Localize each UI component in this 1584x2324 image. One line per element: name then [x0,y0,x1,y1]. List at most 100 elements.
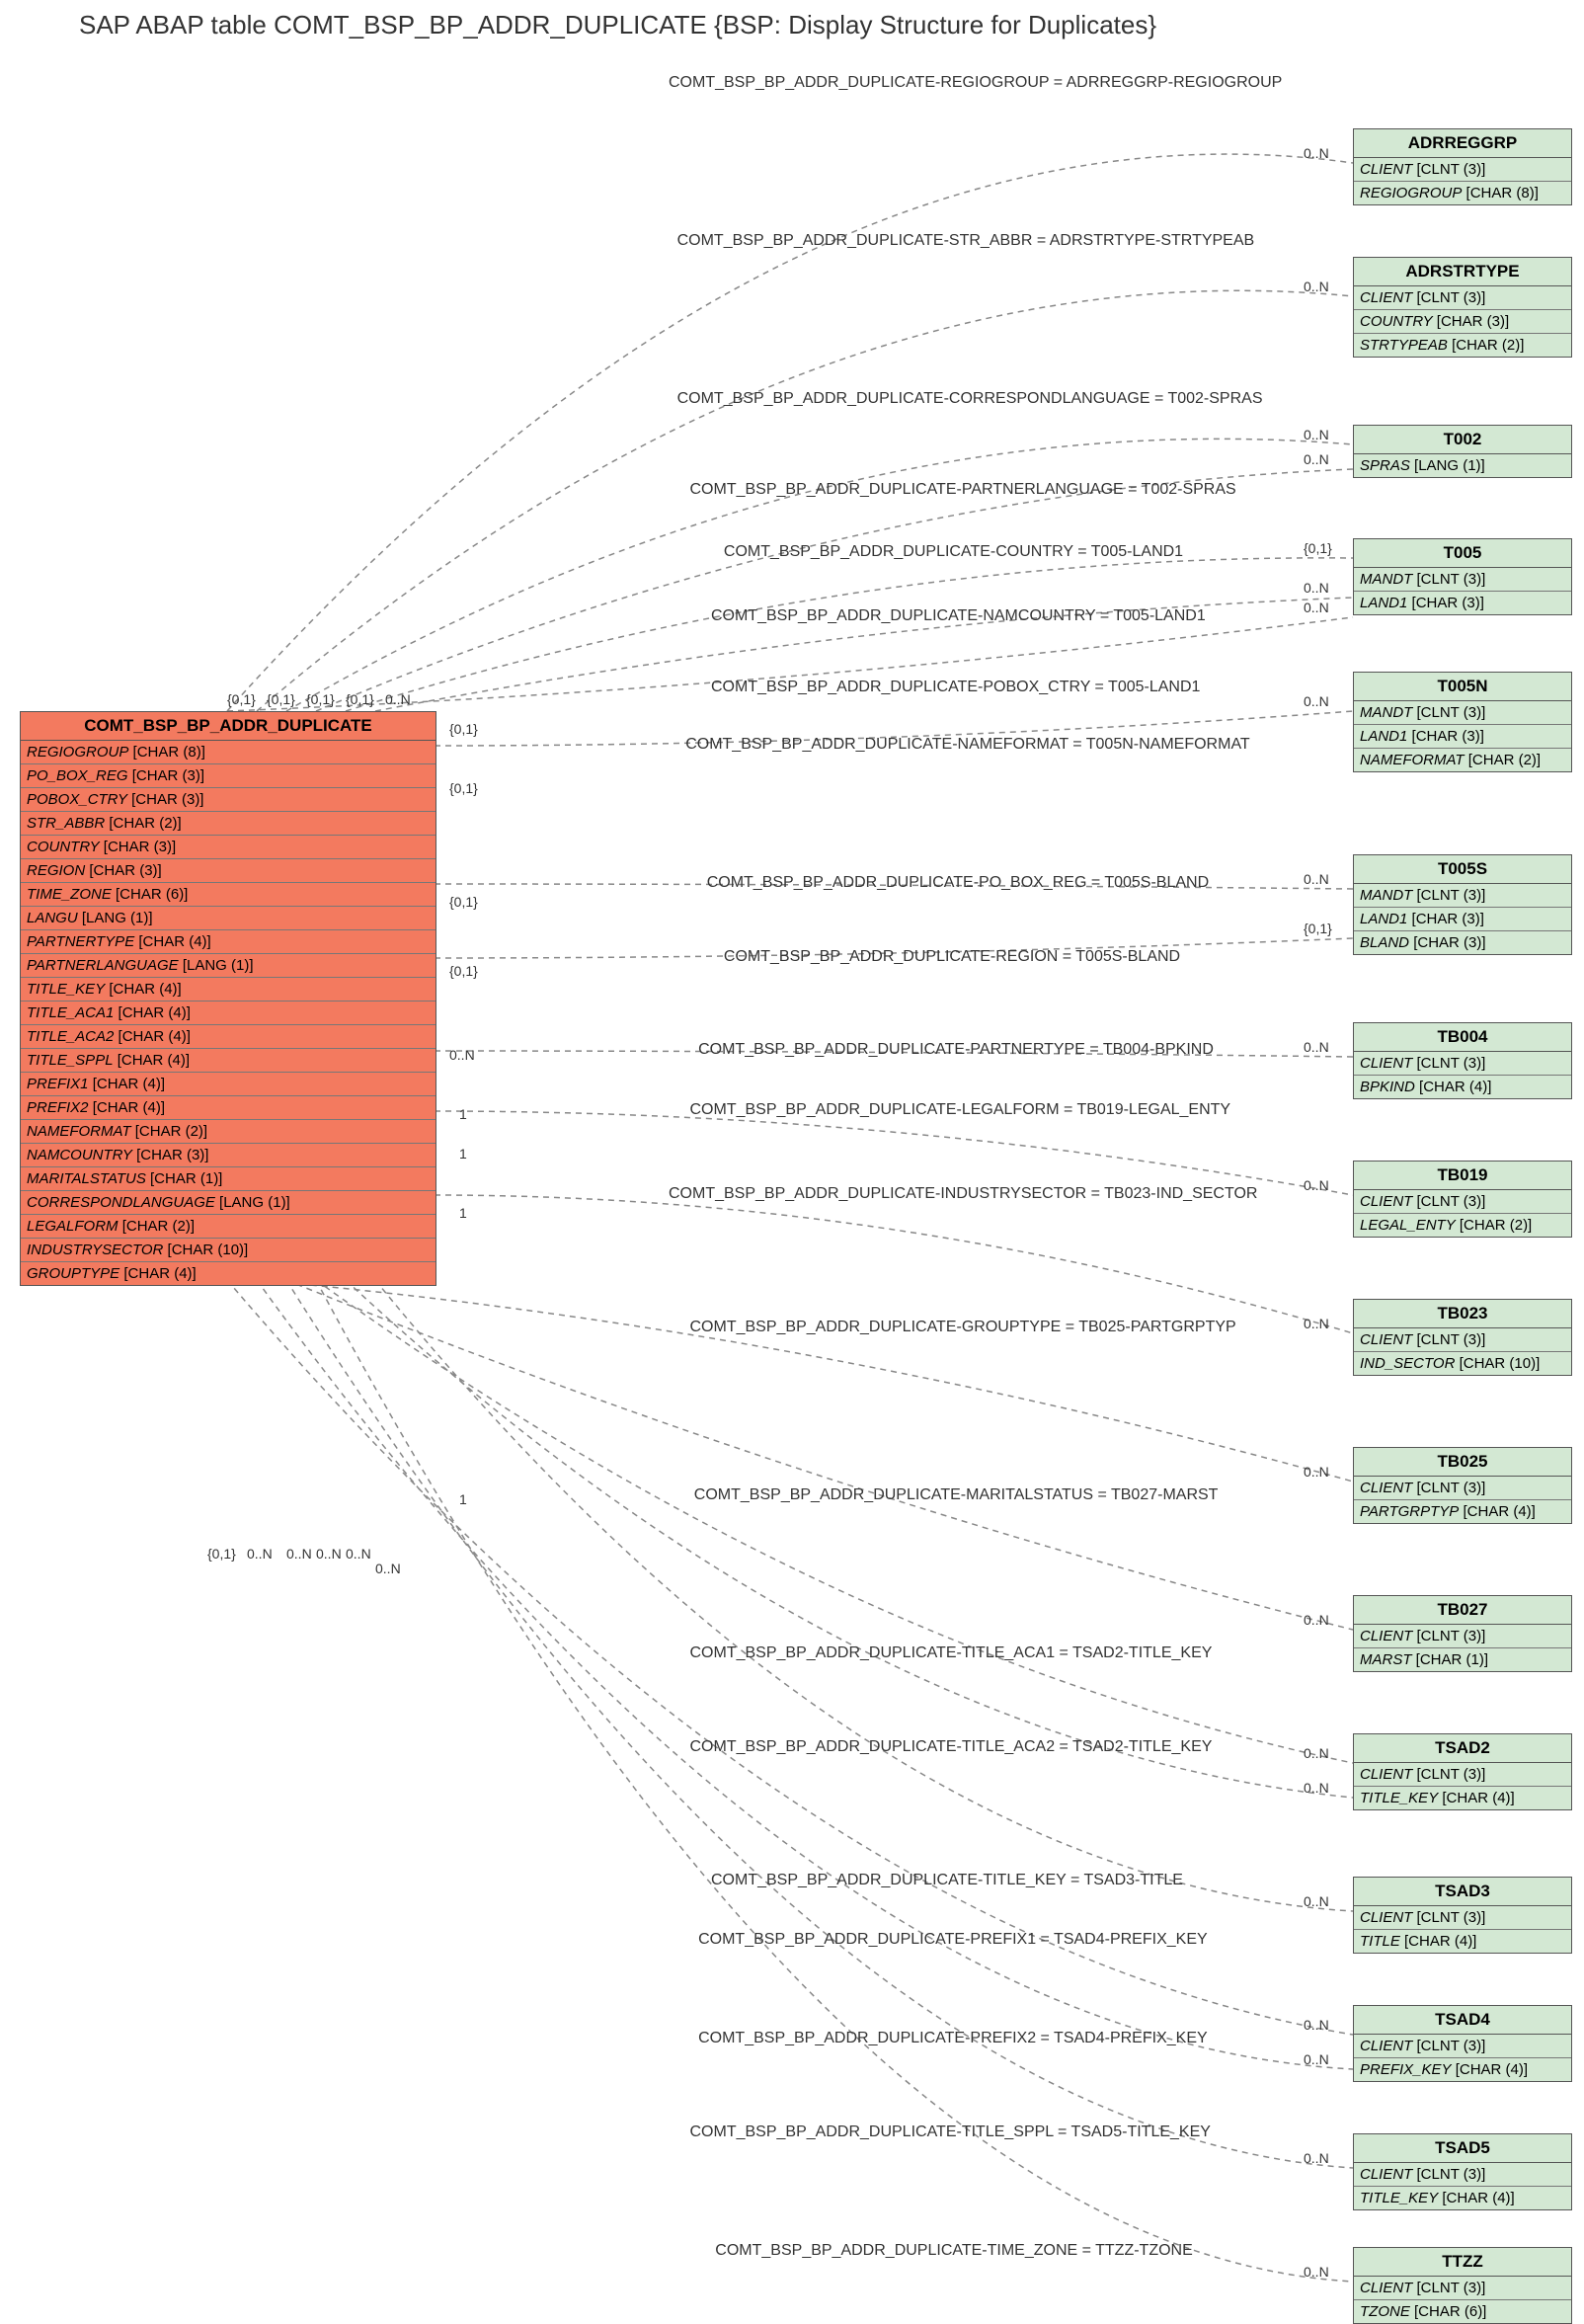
table-row: PREFIX_KEY [CHAR (4)] [1354,2058,1571,2081]
table-row: NAMEFORMAT [CHAR (2)] [1354,749,1571,771]
edge-label: COMT_BSP_BP_ADDR_DUPLICATE-PO_BOX_REG = … [707,874,1209,892]
cardinality-left: {0,1} [449,894,478,910]
target-table-TSAD3: TSAD3CLIENT [CLNT (3)]TITLE [CHAR (4)] [1353,1877,1572,1954]
edge-label: COMT_BSP_BP_ADDR_DUPLICATE-REGION = T005… [724,948,1180,966]
table-row: NAMCOUNTRY [CHAR (3)] [21,1144,436,1167]
table-row: TITLE_KEY [CHAR (4)] [1354,2187,1571,2209]
table-row: PREFIX2 [CHAR (4)] [21,1096,436,1120]
table-header: TSAD5 [1354,2134,1571,2163]
cardinality-right: 0..N [1304,1464,1329,1480]
table-header: ADRREGGRP [1354,129,1571,158]
edge-label: COMT_BSP_BP_ADDR_DUPLICATE-TIME_ZONE = T… [715,2242,1192,2260]
table-row: CLIENT [CLNT (3)] [1354,1190,1571,1214]
cardinality-left: {0,1} [346,691,374,707]
cardinality-left: {0,1} [267,691,295,707]
table-row: CLIENT [CLNT (3)] [1354,1477,1571,1500]
cardinality-left: 1 [459,1106,467,1122]
edge-label: COMT_BSP_BP_ADDR_DUPLICATE-COUNTRY = T00… [724,543,1183,561]
table-row: CLIENT [CLNT (3)] [1354,2035,1571,2058]
cardinality-left: {0,1} [306,691,335,707]
table-row: INDUSTRYSECTOR [CHAR (10)] [21,1239,436,1262]
table-row: COUNTRY [CHAR (3)] [1354,310,1571,334]
table-row: LEGAL_ENTY [CHAR (2)] [1354,1214,1571,1237]
table-row: TITLE [CHAR (4)] [1354,1930,1571,1953]
table-header: T005 [1354,539,1571,568]
cardinality-right: 0..N [1304,145,1329,161]
cardinality-left: {0,1} [449,721,478,737]
table-header: T005S [1354,855,1571,884]
table-row: TITLE_SPPL [CHAR (4)] [21,1049,436,1073]
table-header: TTZZ [1354,2248,1571,2277]
table-row: SPRAS [LANG (1)] [1354,454,1571,477]
table-header: TB027 [1354,1596,1571,1625]
edge-label: COMT_BSP_BP_ADDR_DUPLICATE-PARTNERTYPE =… [698,1041,1214,1059]
edge-label: COMT_BSP_BP_ADDR_DUPLICATE-STR_ABBR = AD… [677,232,1255,250]
table-row: CLIENT [CLNT (3)] [1354,286,1571,310]
cardinality-right: {0,1} [1304,540,1332,556]
table-row: CLIENT [CLNT (3)] [1354,1625,1571,1648]
cardinality-right: 0..N [1304,279,1329,294]
target-table-TB019: TB019CLIENT [CLNT (3)]LEGAL_ENTY [CHAR (… [1353,1161,1572,1238]
table-row: COUNTRY [CHAR (3)] [21,836,436,859]
table-row: CLIENT [CLNT (3)] [1354,2163,1571,2187]
target-table-T005N: T005NMANDT [CLNT (3)]LAND1 [CHAR (3)]NAM… [1353,672,1572,772]
table-row: TITLE_ACA1 [CHAR (4)] [21,1002,436,1025]
table-row: LAND1 [CHAR (3)] [1354,592,1571,614]
table-header: ADRSTRTYPE [1354,258,1571,286]
table-row: MANDT [CLNT (3)] [1354,884,1571,908]
edge-label: COMT_BSP_BP_ADDR_DUPLICATE-LEGALFORM = T… [690,1101,1231,1119]
table-row: LAND1 [CHAR (3)] [1354,725,1571,749]
table-row: STRTYPEAB [CHAR (2)] [1354,334,1571,357]
edge-label: COMT_BSP_BP_ADDR_DUPLICATE-PREFIX2 = TSA… [698,2030,1208,2047]
table-row: CLIENT [CLNT (3)] [1354,158,1571,182]
table-row: REGIOGROUP [CHAR (8)] [21,741,436,764]
cardinality-right: 0..N [1304,1177,1329,1193]
target-table-T005S: T005SMANDT [CLNT (3)]LAND1 [CHAR (3)]BLA… [1353,854,1572,955]
table-header: T002 [1354,426,1571,454]
target-table-ADRREGGRP: ADRREGGRPCLIENT [CLNT (3)]REGIOGROUP [CH… [1353,128,1572,205]
target-table-T002: T002SPRAS [LANG (1)] [1353,425,1572,478]
table-row: REGIOGROUP [CHAR (8)] [1354,182,1571,204]
table-header: TB025 [1354,1448,1571,1477]
edge-label: COMT_BSP_BP_ADDR_DUPLICATE-TITLE_ACA2 = … [690,1738,1213,1756]
cardinality-left: 0..N [316,1546,342,1562]
edge-label: COMT_BSP_BP_ADDR_DUPLICATE-NAMCOUNTRY = … [711,607,1206,625]
table-row: MARITALSTATUS [CHAR (1)] [21,1167,436,1191]
main-table: COMT_BSP_BP_ADDR_DUPLICATE REGIOGROUP [C… [20,711,436,1286]
table-row: LEGALFORM [CHAR (2)] [21,1215,436,1239]
cardinality-right: 0..N [1304,580,1329,596]
edge-label: COMT_BSP_BP_ADDR_DUPLICATE-POBOX_CTRY = … [711,679,1200,696]
table-row: BLAND [CHAR (3)] [1354,931,1571,954]
cardinality-right: 0..N [1304,871,1329,887]
table-row: LANGU [LANG (1)] [21,907,436,930]
cardinality-left: {0,1} [227,691,256,707]
cardinality-left: {0,1} [449,963,478,979]
table-row: CLIENT [CLNT (3)] [1354,1763,1571,1787]
table-row: TIME_ZONE [CHAR (6)] [21,883,436,907]
edge-label: COMT_BSP_BP_ADDR_DUPLICATE-NAMEFORMAT = … [685,736,1250,754]
target-table-T005: T005MANDT [CLNT (3)]LAND1 [CHAR (3)] [1353,538,1572,615]
cardinality-right: 0..N [1304,2264,1329,2280]
cardinality-right: 0..N [1304,1780,1329,1796]
edge-label: COMT_BSP_BP_ADDR_DUPLICATE-PARTNERLANGUA… [690,481,1236,499]
table-row: CORRESPONDLANGUAGE [LANG (1)] [21,1191,436,1215]
cardinality-left: 1 [459,1146,467,1162]
target-table-TSAD4: TSAD4CLIENT [CLNT (3)]PREFIX_KEY [CHAR (… [1353,2005,1572,2082]
table-row: TITLE_ACA2 [CHAR (4)] [21,1025,436,1049]
cardinality-right: 0..N [1304,451,1329,467]
table-row: MANDT [CLNT (3)] [1354,568,1571,592]
edge-label: COMT_BSP_BP_ADDR_DUPLICATE-CORRESPONDLAN… [677,390,1263,408]
table-row: NAMEFORMAT [CHAR (2)] [21,1120,436,1144]
table-header: TB019 [1354,1162,1571,1190]
table-row: PREFIX1 [CHAR (4)] [21,1073,436,1096]
target-table-ADRSTRTYPE: ADRSTRTYPECLIENT [CLNT (3)]COUNTRY [CHAR… [1353,257,1572,358]
cardinality-right: 0..N [1304,2017,1329,2033]
table-row: LAND1 [CHAR (3)] [1354,908,1571,931]
target-table-TB023: TB023CLIENT [CLNT (3)]IND_SECTOR [CHAR (… [1353,1299,1572,1376]
cardinality-left: 0..N [449,1047,475,1063]
table-row: CLIENT [CLNT (3)] [1354,1052,1571,1076]
main-table-header: COMT_BSP_BP_ADDR_DUPLICATE [21,712,436,741]
table-header: TSAD4 [1354,2006,1571,2035]
cardinality-left: 0..N [346,1546,371,1562]
cardinality-right: 0..N [1304,427,1329,442]
